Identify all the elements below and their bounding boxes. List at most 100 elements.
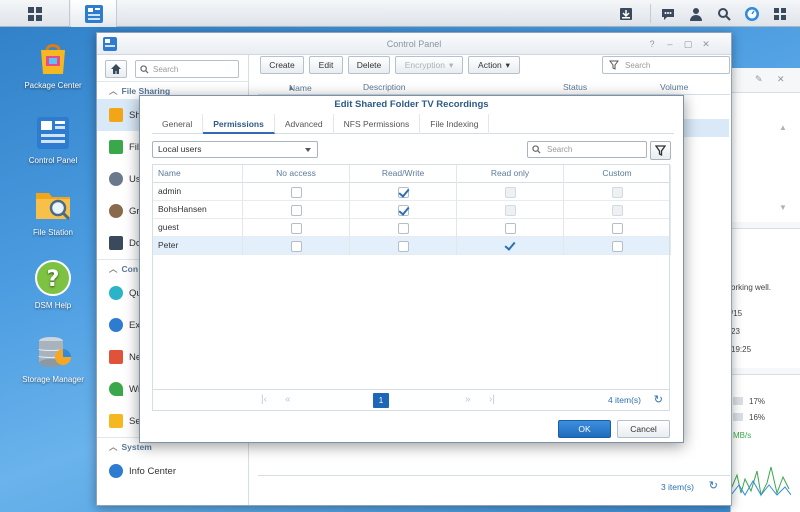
checkbox-no-access[interactable] — [291, 241, 302, 252]
tab-advanced[interactable]: Advanced — [275, 114, 334, 134]
taskbar — [0, 0, 800, 27]
permission-cell-read-only — [457, 237, 564, 255]
current-page[interactable]: 1 — [373, 393, 389, 408]
user-name-cell: guest — [153, 219, 243, 237]
checkbox-custom[interactable] — [612, 187, 623, 198]
pin-icon[interactable]: ✎ — [755, 74, 763, 85]
filter-button[interactable] — [650, 141, 671, 160]
desktop-icon-dsm-help[interactable]: ? DSM Help — [18, 258, 88, 310]
permission-search-input[interactable]: Search — [527, 141, 647, 158]
checkbox-read-only[interactable] — [505, 241, 516, 252]
ok-button[interactable]: OK — [558, 420, 611, 438]
create-button[interactable]: Create — [260, 56, 304, 74]
close-icon[interactable]: ✕ — [701, 39, 711, 49]
column-name[interactable]: Name ▴ — [289, 82, 312, 93]
encryption-dropdown[interactable]: Encryption ▾ — [395, 56, 463, 74]
table-row[interactable]: admin — [153, 183, 671, 201]
checkbox-no-access[interactable] — [291, 205, 302, 216]
desktop-icon-control-panel[interactable]: Control Panel — [18, 113, 88, 165]
cancel-button[interactable]: Cancel — [617, 420, 670, 438]
user-scope-select[interactable]: Local users — [152, 141, 318, 158]
package-center-icon — [33, 38, 73, 78]
tab-nfs-permissions[interactable]: NFS Permissions — [334, 114, 421, 134]
file-services-icon — [109, 140, 123, 154]
last-page-icon[interactable]: ›| — [489, 394, 495, 405]
dialog-tabs: General Permissions Advanced NFS Permiss… — [152, 114, 674, 134]
widget-section-2: orking well. /15 23 19:25 — [731, 228, 800, 368]
storage-disk-icon — [33, 332, 73, 372]
main-menu-button[interactable] — [0, 0, 70, 27]
next-page-icon[interactable]: » — [465, 394, 471, 405]
table-row[interactable]: BohsHansen — [153, 201, 671, 219]
permission-cell-read-write — [350, 201, 457, 219]
dialog-title: Edit Shared Folder TV Recordings — [334, 99, 489, 110]
checkbox-read-write[interactable] — [398, 241, 409, 252]
checkbox-read-only[interactable] — [505, 187, 516, 198]
first-page-icon[interactable]: |‹ — [261, 394, 267, 405]
column-name[interactable]: Name — [153, 165, 243, 183]
checkbox-read-write[interactable] — [398, 205, 409, 216]
checkbox-read-only[interactable] — [505, 205, 516, 216]
tab-file-indexing[interactable]: File Indexing — [420, 114, 490, 134]
taskbar-control-panel-button[interactable] — [71, 0, 117, 27]
column-custom[interactable]: Custom — [564, 165, 671, 183]
background-widget-window: ✎ ✕ ▲ ▼ orking well. /15 23 19:25 17% 16… — [730, 68, 800, 512]
filter-icon — [655, 145, 666, 156]
desktop-icon-package-center[interactable]: Package Center — [18, 38, 88, 90]
maximize-icon[interactable]: ▢ — [683, 39, 693, 49]
refresh-icon[interactable]: ↻ — [654, 393, 663, 406]
permission-cell-read-write — [350, 219, 457, 237]
checkbox-read-write[interactable] — [398, 223, 409, 234]
sidebar-group-label: System — [121, 442, 152, 452]
taskbar-separator — [650, 4, 651, 23]
minimize-icon[interactable]: – — [665, 39, 675, 49]
filter-search-input[interactable]: Search — [602, 56, 730, 74]
widgets-button[interactable] — [740, 0, 764, 27]
chevron-up-icon[interactable]: ▲ — [779, 123, 787, 132]
checkbox-no-access[interactable] — [291, 223, 302, 234]
sidebar-search-input[interactable]: Search — [135, 60, 239, 78]
action-dropdown[interactable]: Action ▾ — [468, 56, 520, 74]
sidebar-item-info-center[interactable]: Info Center — [97, 455, 248, 487]
chevron-down-icon[interactable]: ▼ — [779, 203, 787, 212]
previous-page-icon[interactable]: « — [285, 394, 291, 405]
column-no-access[interactable]: No access — [243, 165, 350, 183]
column-status[interactable]: Status — [563, 82, 587, 92]
close-icon[interactable]: ✕ — [777, 74, 785, 85]
checkbox-custom[interactable] — [612, 223, 623, 234]
help-icon[interactable]: ? — [647, 39, 657, 49]
permission-cell-custom — [564, 183, 671, 201]
checkbox-custom[interactable] — [612, 241, 623, 252]
search-placeholder: Search — [153, 64, 179, 74]
desktop-icon-file-station[interactable]: File Station — [18, 185, 88, 237]
column-description[interactable]: Description — [363, 82, 406, 92]
column-volume[interactable]: Volume — [660, 82, 688, 92]
action-label: Action — [478, 60, 502, 70]
desktop-icon-storage-manager[interactable]: Storage Manager — [18, 332, 88, 384]
checkbox-read-write[interactable] — [398, 187, 409, 198]
info-icon — [109, 464, 123, 478]
checkbox-custom[interactable] — [612, 205, 623, 216]
edit-button[interactable]: Edit — [309, 56, 343, 74]
user-button[interactable] — [684, 0, 708, 27]
table-row[interactable]: guest — [153, 219, 671, 237]
control-panel-titlebar[interactable]: Control Panel ? – ▢ ✕ — [97, 33, 731, 55]
tab-general[interactable]: General — [152, 114, 204, 134]
column-read-write[interactable]: Read/Write — [350, 165, 457, 183]
checkbox-read-only[interactable] — [505, 223, 516, 234]
sidebar-item-label: Fil — [129, 141, 140, 153]
chevron-up-icon: ︿ — [109, 442, 118, 452]
table-row[interactable]: Peter — [153, 237, 671, 255]
checkbox-no-access[interactable] — [291, 187, 302, 198]
permission-cell-no-access — [243, 237, 350, 255]
tab-permissions[interactable]: Permissions — [203, 114, 275, 134]
options-button[interactable] — [768, 0, 792, 27]
home-button[interactable] — [105, 60, 127, 78]
refresh-icon[interactable]: ↻ — [709, 479, 718, 492]
quickconnect-icon — [109, 286, 123, 300]
download-tray-button[interactable] — [614, 0, 638, 27]
column-read-only[interactable]: Read only — [457, 165, 564, 183]
messages-button[interactable] — [656, 0, 680, 27]
search-button[interactable] — [712, 0, 736, 27]
delete-button[interactable]: Delete — [348, 56, 390, 74]
